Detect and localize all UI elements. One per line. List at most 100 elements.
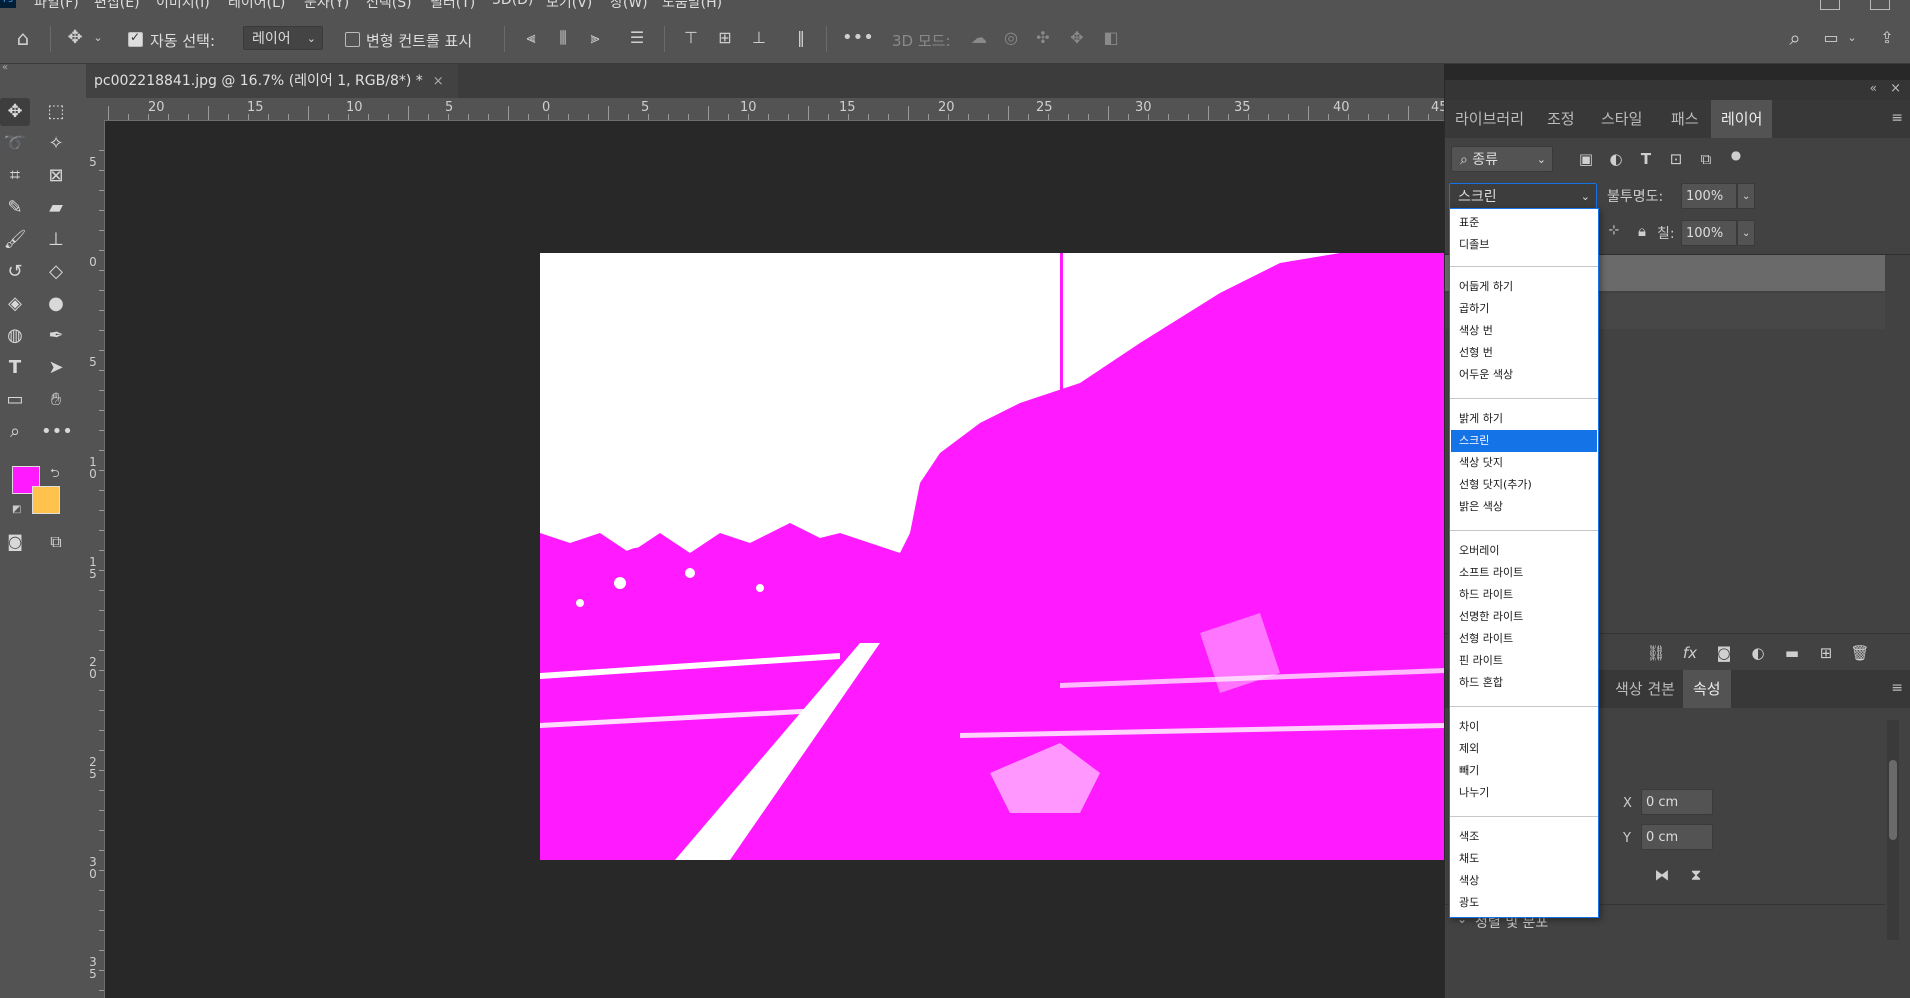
share-icon[interactable]: ⇪ (1876, 28, 1898, 48)
chevron-down-icon[interactable]: ⌄ (92, 28, 104, 48)
workspace-icon[interactable]: ▭ (1820, 28, 1842, 48)
align-top-icon[interactable]: ⊤ (680, 28, 702, 48)
tab-adjustments[interactable]: 조정 (1537, 100, 1585, 138)
screen-mode-icon[interactable]: ⧉ (41, 528, 71, 556)
marquee-tool-icon[interactable]: ⬚ (41, 98, 71, 126)
align-bottom-icon[interactable]: ⊥ (748, 28, 770, 48)
scrollbar-thumb[interactable] (1889, 760, 1897, 840)
adjustment-layer-icon[interactable]: ◐ (1747, 642, 1769, 664)
menu-help[interactable]: 도움말(H) (662, 0, 722, 10)
3d-camera-icon[interactable]: ◧ (1100, 28, 1122, 48)
blend-darker-color[interactable]: 어두운 색상 (1451, 364, 1597, 386)
menu-edit[interactable]: 편집(E) (94, 0, 140, 10)
window-restore-icon[interactable] (1870, 0, 1890, 10)
menu-select[interactable]: 선택(S) (366, 0, 412, 10)
distribute-horizontal-icon[interactable]: ‖ (790, 28, 812, 48)
paint-bucket-tool-icon[interactable]: ◈ (0, 290, 30, 318)
show-transform-checkbox[interactable] (345, 32, 360, 47)
3d-orbit-icon[interactable]: ☁ (968, 28, 990, 48)
horizontal-ruler[interactable]: 20 15 10 5 0 5 10 15 20 25 30 35 40 45 (104, 98, 1448, 121)
auto-select-dropdown[interactable]: 레이어 ⌄ (243, 26, 323, 50)
blend-lighter-color[interactable]: 밝은 색상 (1451, 496, 1597, 518)
layer-filter-kind[interactable]: ⌕ 종류 ⌄ (1451, 146, 1553, 172)
blend-color-dodge[interactable]: 색상 닷지 (1451, 452, 1597, 474)
lock-icon[interactable]: 🔒︎ (1631, 220, 1653, 242)
properties-scrollbar[interactable] (1887, 720, 1899, 940)
blend-dissolve[interactable]: 디졸브 (1451, 234, 1597, 256)
move-tool-icon[interactable]: ✥ (64, 28, 86, 48)
search-icon[interactable]: ⌕ (1784, 28, 1806, 48)
pen-tool-icon[interactable]: ✒ (41, 322, 71, 350)
menu-3d[interactable]: 3D(D) (492, 0, 533, 8)
blend-color-burn[interactable]: 색상 번 (1451, 320, 1597, 342)
healing-brush-tool-icon[interactable]: ▰ (41, 194, 71, 222)
eyedropper-tool-icon[interactable]: ✎ (0, 194, 30, 222)
menu-window[interactable]: 창(W) (610, 0, 648, 10)
panel-menu-icon[interactable]: ≡ (1891, 110, 1903, 126)
menu-filter[interactable]: 필터(T) (430, 0, 475, 10)
tab-layers[interactable]: 레이어 (1711, 100, 1773, 138)
x-field[interactable]: 0 cm (1641, 789, 1713, 815)
blend-difference[interactable]: 차이 (1451, 716, 1597, 738)
background-color-swatch[interactable] (32, 486, 60, 514)
y-field[interactable]: 0 cm (1641, 824, 1713, 850)
opacity-field[interactable]: 100% (1681, 183, 1737, 209)
tab-swatches[interactable]: 색상 견본 (1605, 670, 1685, 708)
blend-linear-dodge[interactable]: 선형 닷지(추가) (1451, 474, 1597, 496)
tab-styles[interactable]: 스타일 (1591, 100, 1652, 138)
align-right-icon[interactable]: ⫸ (584, 28, 606, 48)
more-options-icon[interactable]: ••• (842, 28, 874, 48)
swap-colors-icon[interactable]: ⮌ (50, 464, 60, 485)
eraser-tool-icon[interactable]: ◇ (41, 258, 71, 286)
document-tab[interactable]: pc002218841.jpg @ 16.7% (레이어 1, RGB/8*) … (86, 64, 458, 98)
chevron-down-icon[interactable]: ⌄ (1737, 183, 1755, 209)
smart-object-filter-icon[interactable]: ⧉ (1695, 148, 1717, 170)
collapse-icon[interactable]: « (2, 62, 8, 73)
close-icon[interactable]: × (433, 74, 444, 89)
blend-darken[interactable]: 어둡게 하기 (1451, 276, 1597, 298)
menu-image[interactable]: 이미지(I) (156, 0, 210, 10)
default-colors-icon[interactable]: ◩ (12, 504, 21, 515)
close-icon[interactable]: × (1890, 81, 1901, 96)
trash-icon[interactable]: 🗑︎ (1849, 642, 1871, 664)
3d-pan-icon[interactable]: ✣ (1032, 28, 1054, 48)
pixel-layer-filter-icon[interactable]: ▣ (1575, 148, 1597, 170)
blend-saturation[interactable]: 채도 (1451, 848, 1597, 870)
blend-hard-mix[interactable]: 하드 혼합 (1451, 672, 1597, 694)
blend-overlay[interactable]: 오버레이 (1451, 540, 1597, 562)
blend-normal[interactable]: 표준 (1451, 212, 1597, 234)
menu-layer[interactable]: 레이어(L) (228, 0, 285, 10)
shape-filter-icon[interactable]: ⊡ (1665, 148, 1687, 170)
align-left-icon[interactable]: ⫷ (520, 28, 542, 48)
blend-hard-light[interactable]: 하드 라이트 (1451, 584, 1597, 606)
blend-subtract[interactable]: 빼기 (1451, 760, 1597, 782)
menu-view[interactable]: 보기(V) (546, 0, 592, 10)
new-layer-icon[interactable]: ⊞ (1815, 642, 1837, 664)
frame-tool-icon[interactable]: ⊠ (41, 162, 71, 190)
blend-multiply[interactable]: 곱하기 (1451, 298, 1597, 320)
tab-properties[interactable]: 속성 (1683, 670, 1731, 708)
distribute-vertical-icon[interactable]: ☰ (626, 28, 648, 48)
fx-icon[interactable]: fx (1679, 642, 1701, 664)
fill-field[interactable]: 100% (1681, 220, 1737, 246)
sponge-tool-icon[interactable]: ◍ (0, 322, 30, 350)
more-tools-icon[interactable]: ••• (41, 418, 73, 446)
lasso-tool-icon[interactable]: ➰ (0, 130, 30, 158)
tab-paths[interactable]: 패스 (1661, 100, 1709, 138)
blend-mode-select[interactable]: 스크린 ⌄ (1449, 183, 1597, 209)
3d-roll-icon[interactable]: ◎ (1000, 28, 1022, 48)
filter-toggle-icon[interactable]: ● (1725, 144, 1747, 166)
brush-tool-icon[interactable]: 🖌︎ (0, 226, 30, 254)
blend-linear-light[interactable]: 선형 라이트 (1451, 628, 1597, 650)
add-mask-icon[interactable]: ◙ (1713, 642, 1735, 664)
blend-hue[interactable]: 색조 (1451, 826, 1597, 848)
lock-position-icon[interactable]: ⊹ (1603, 220, 1625, 242)
history-brush-tool-icon[interactable]: ↺ (0, 258, 30, 286)
move-tool-icon[interactable]: ✥ (0, 98, 30, 126)
chevron-down-icon[interactable]: ⌄ (1737, 220, 1755, 246)
blend-vivid-light[interactable]: 선명한 라이트 (1451, 606, 1597, 628)
type-tool-icon[interactable]: T (0, 354, 30, 382)
tab-libraries[interactable]: 라이브러리 (1445, 100, 1534, 138)
blend-color[interactable]: 색상 (1451, 870, 1597, 892)
document-image[interactable] (540, 253, 1444, 860)
